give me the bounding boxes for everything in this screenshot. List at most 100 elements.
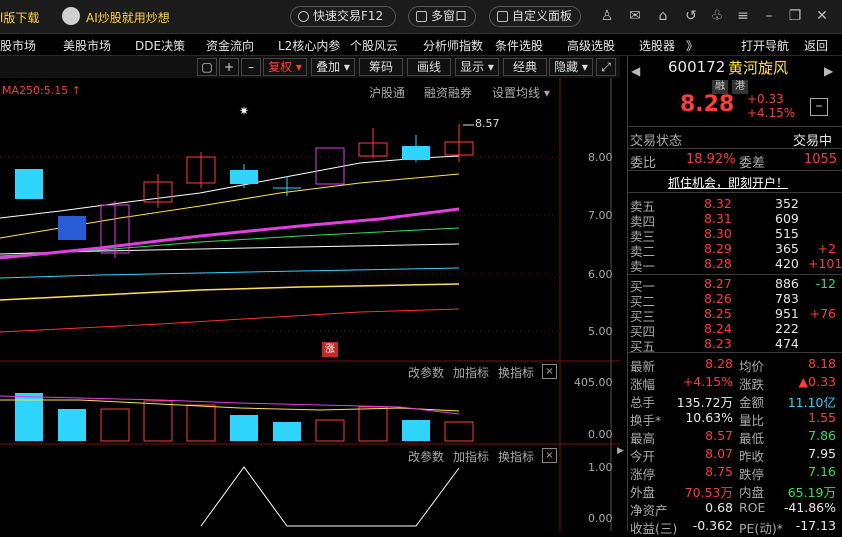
stat-value: 8.75 (705, 464, 733, 479)
stat-label: 外盘 (630, 485, 656, 500)
lock-tool-icon[interactable]: ▢ (197, 58, 217, 76)
minimize-icon[interactable]: – (762, 9, 776, 23)
download-link[interactable]: l版下载 (0, 9, 39, 26)
swap-icon (298, 11, 309, 22)
vol-switch-indicator[interactable]: 换指标 (498, 364, 534, 381)
star-icon: ✷ (239, 104, 249, 118)
ind-tick: 1.00 (588, 461, 613, 474)
volume-bar (100, 408, 130, 442)
bid-price: 8.25 (704, 306, 732, 321)
candle (58, 216, 86, 240)
back-icon[interactable]: ↺ (684, 9, 698, 23)
menu-l2[interactable]: L2核心内参 (278, 37, 340, 54)
stat-label: 涨跌 (739, 377, 765, 392)
indicator-line (200, 466, 460, 527)
vol-tick: 0.00 (588, 428, 613, 441)
zoom-in-icon[interactable]: + (219, 58, 239, 76)
ma-line-cyan (0, 267, 460, 279)
zoom-out-icon[interactable]: – (241, 58, 261, 76)
stat-value: 70.53万 (684, 485, 733, 500)
stat-label: 净资产 (630, 503, 668, 518)
vol-edit-params[interactable]: 改参数 (408, 364, 444, 381)
mail-icon[interactable]: ✉ (628, 9, 642, 23)
overlay-button[interactable]: 叠加 ▾ (311, 58, 355, 76)
stat-value: 1.55 (808, 410, 836, 425)
stat-value: 7.86 (808, 428, 836, 443)
bid-volume: 951 (775, 306, 799, 321)
stat-label: 昨收 (739, 449, 765, 464)
candle (402, 146, 430, 160)
volume-bar (444, 421, 474, 442)
menu-hk-market[interactable]: 股市场 (0, 37, 36, 54)
menu-analyst[interactable]: 分析师指数 (423, 37, 483, 54)
menu-condition-pick[interactable]: 条件选股 (495, 37, 543, 54)
ask-level-label: 卖一 (630, 259, 656, 274)
close-icon[interactable]: ✕ (815, 9, 829, 23)
ind-add-indicator[interactable]: 加指标 (453, 448, 489, 465)
chips-button[interactable]: 筹码 (359, 58, 403, 76)
stat-label: 涨停 (630, 467, 656, 482)
max-price-label: 8.57 (475, 117, 500, 130)
display-button[interactable]: 显示 ▾ (455, 58, 499, 76)
bid-change: -12 (815, 276, 836, 291)
skin-icon[interactable]: ♧ (710, 9, 724, 23)
collapse-panel-icon[interactable]: ▶ (617, 446, 624, 456)
weicha-value: 1055 (804, 152, 838, 167)
menu-dde[interactable]: DDE决策 (135, 37, 185, 54)
stat-label: 涨幅 (630, 377, 656, 392)
stat-value: -41.86% (783, 500, 836, 515)
stock-name: 黄河旋风 (728, 59, 789, 77)
ind-tick: 0.00 (588, 512, 613, 525)
classic-button[interactable]: 经典 (503, 58, 547, 76)
ind-close-icon[interactable]: × (542, 448, 557, 463)
vol-tick: 405.00 (574, 376, 613, 389)
user-icon[interactable]: ♙ (600, 9, 614, 23)
volume-bar (315, 419, 345, 442)
hide-button[interactable]: 隐藏 ▾ (549, 58, 593, 76)
ind-switch-indicator[interactable]: 换指标 (498, 448, 534, 465)
ai-link[interactable]: AI炒股就用炒想 (86, 9, 170, 26)
menu-fund-flow[interactable]: 资金流向 (206, 37, 254, 54)
ind-edit-params[interactable]: 改参数 (408, 448, 444, 465)
menu-back[interactable]: 返回 (804, 37, 828, 54)
menu-more-icon[interactable]: 》 (686, 37, 698, 54)
ma-line-white-short (0, 155, 460, 219)
menu-picker[interactable]: 选股器 (639, 37, 675, 54)
quick-trade-button[interactable]: 快速交易F12 (290, 6, 396, 27)
prev-stock-icon[interactable]: ◀ (631, 64, 640, 78)
bid-volume: 783 (775, 291, 799, 306)
set-ma-link[interactable]: 设置均线 ▾ (492, 84, 550, 101)
ask-change: +2 (817, 241, 836, 256)
custom-panel-button[interactable]: 自定义面板 (489, 6, 581, 27)
lock-icon[interactable]: ⌂ (656, 9, 670, 23)
fuquan-button[interactable]: 复权 ▾ (263, 58, 307, 76)
stat-label: 最新 (630, 359, 656, 374)
restore-icon[interactable]: ❐ (788, 9, 802, 23)
multi-window-button[interactable]: 多窗口 (408, 6, 476, 27)
vol-add-indicator[interactable]: 加指标 (453, 364, 489, 381)
stat-value: 10.63% (685, 410, 733, 425)
current-price: 8.28 (680, 92, 735, 117)
top-bar: l版下载 AI炒股就用炒想 快速交易F12 多窗口 自定义面板 ♙ ✉ ⌂ ↺ … (0, 0, 842, 34)
menu-us-market[interactable]: 美股市场 (63, 37, 111, 54)
fullscreen-icon[interactable]: ⤢ (596, 58, 616, 76)
menu-icon[interactable]: ≡ (736, 9, 750, 23)
next-stock-icon[interactable]: ▶ (824, 64, 833, 78)
collapse-icon[interactable]: – (810, 98, 828, 116)
stat-label: 金额 (739, 395, 765, 410)
open-account-banner[interactable]: 抓住机会，即刻开户！ (668, 174, 788, 191)
menu-advanced-pick[interactable]: 高级选股 (567, 37, 615, 54)
margin-link[interactable]: 融资融券 (424, 84, 472, 101)
draw-line-button[interactable]: 画线 (407, 58, 451, 76)
menu-stock-news[interactable]: 个股风云 (350, 37, 398, 54)
bid-volume: 474 (775, 336, 799, 351)
ask-volume: 515 (775, 226, 799, 241)
stat-value: 135.72万 (676, 395, 733, 410)
vol-close-icon[interactable]: × (542, 364, 557, 379)
ask-price: 8.29 (704, 241, 732, 256)
stat-label: 今开 (630, 449, 656, 464)
hgt-link[interactable]: 沪股通 (369, 84, 405, 101)
ask-price: 8.32 (704, 196, 732, 211)
bid-volume: 222 (775, 321, 799, 336)
menu-open-nav[interactable]: 打开导航 (741, 37, 789, 54)
